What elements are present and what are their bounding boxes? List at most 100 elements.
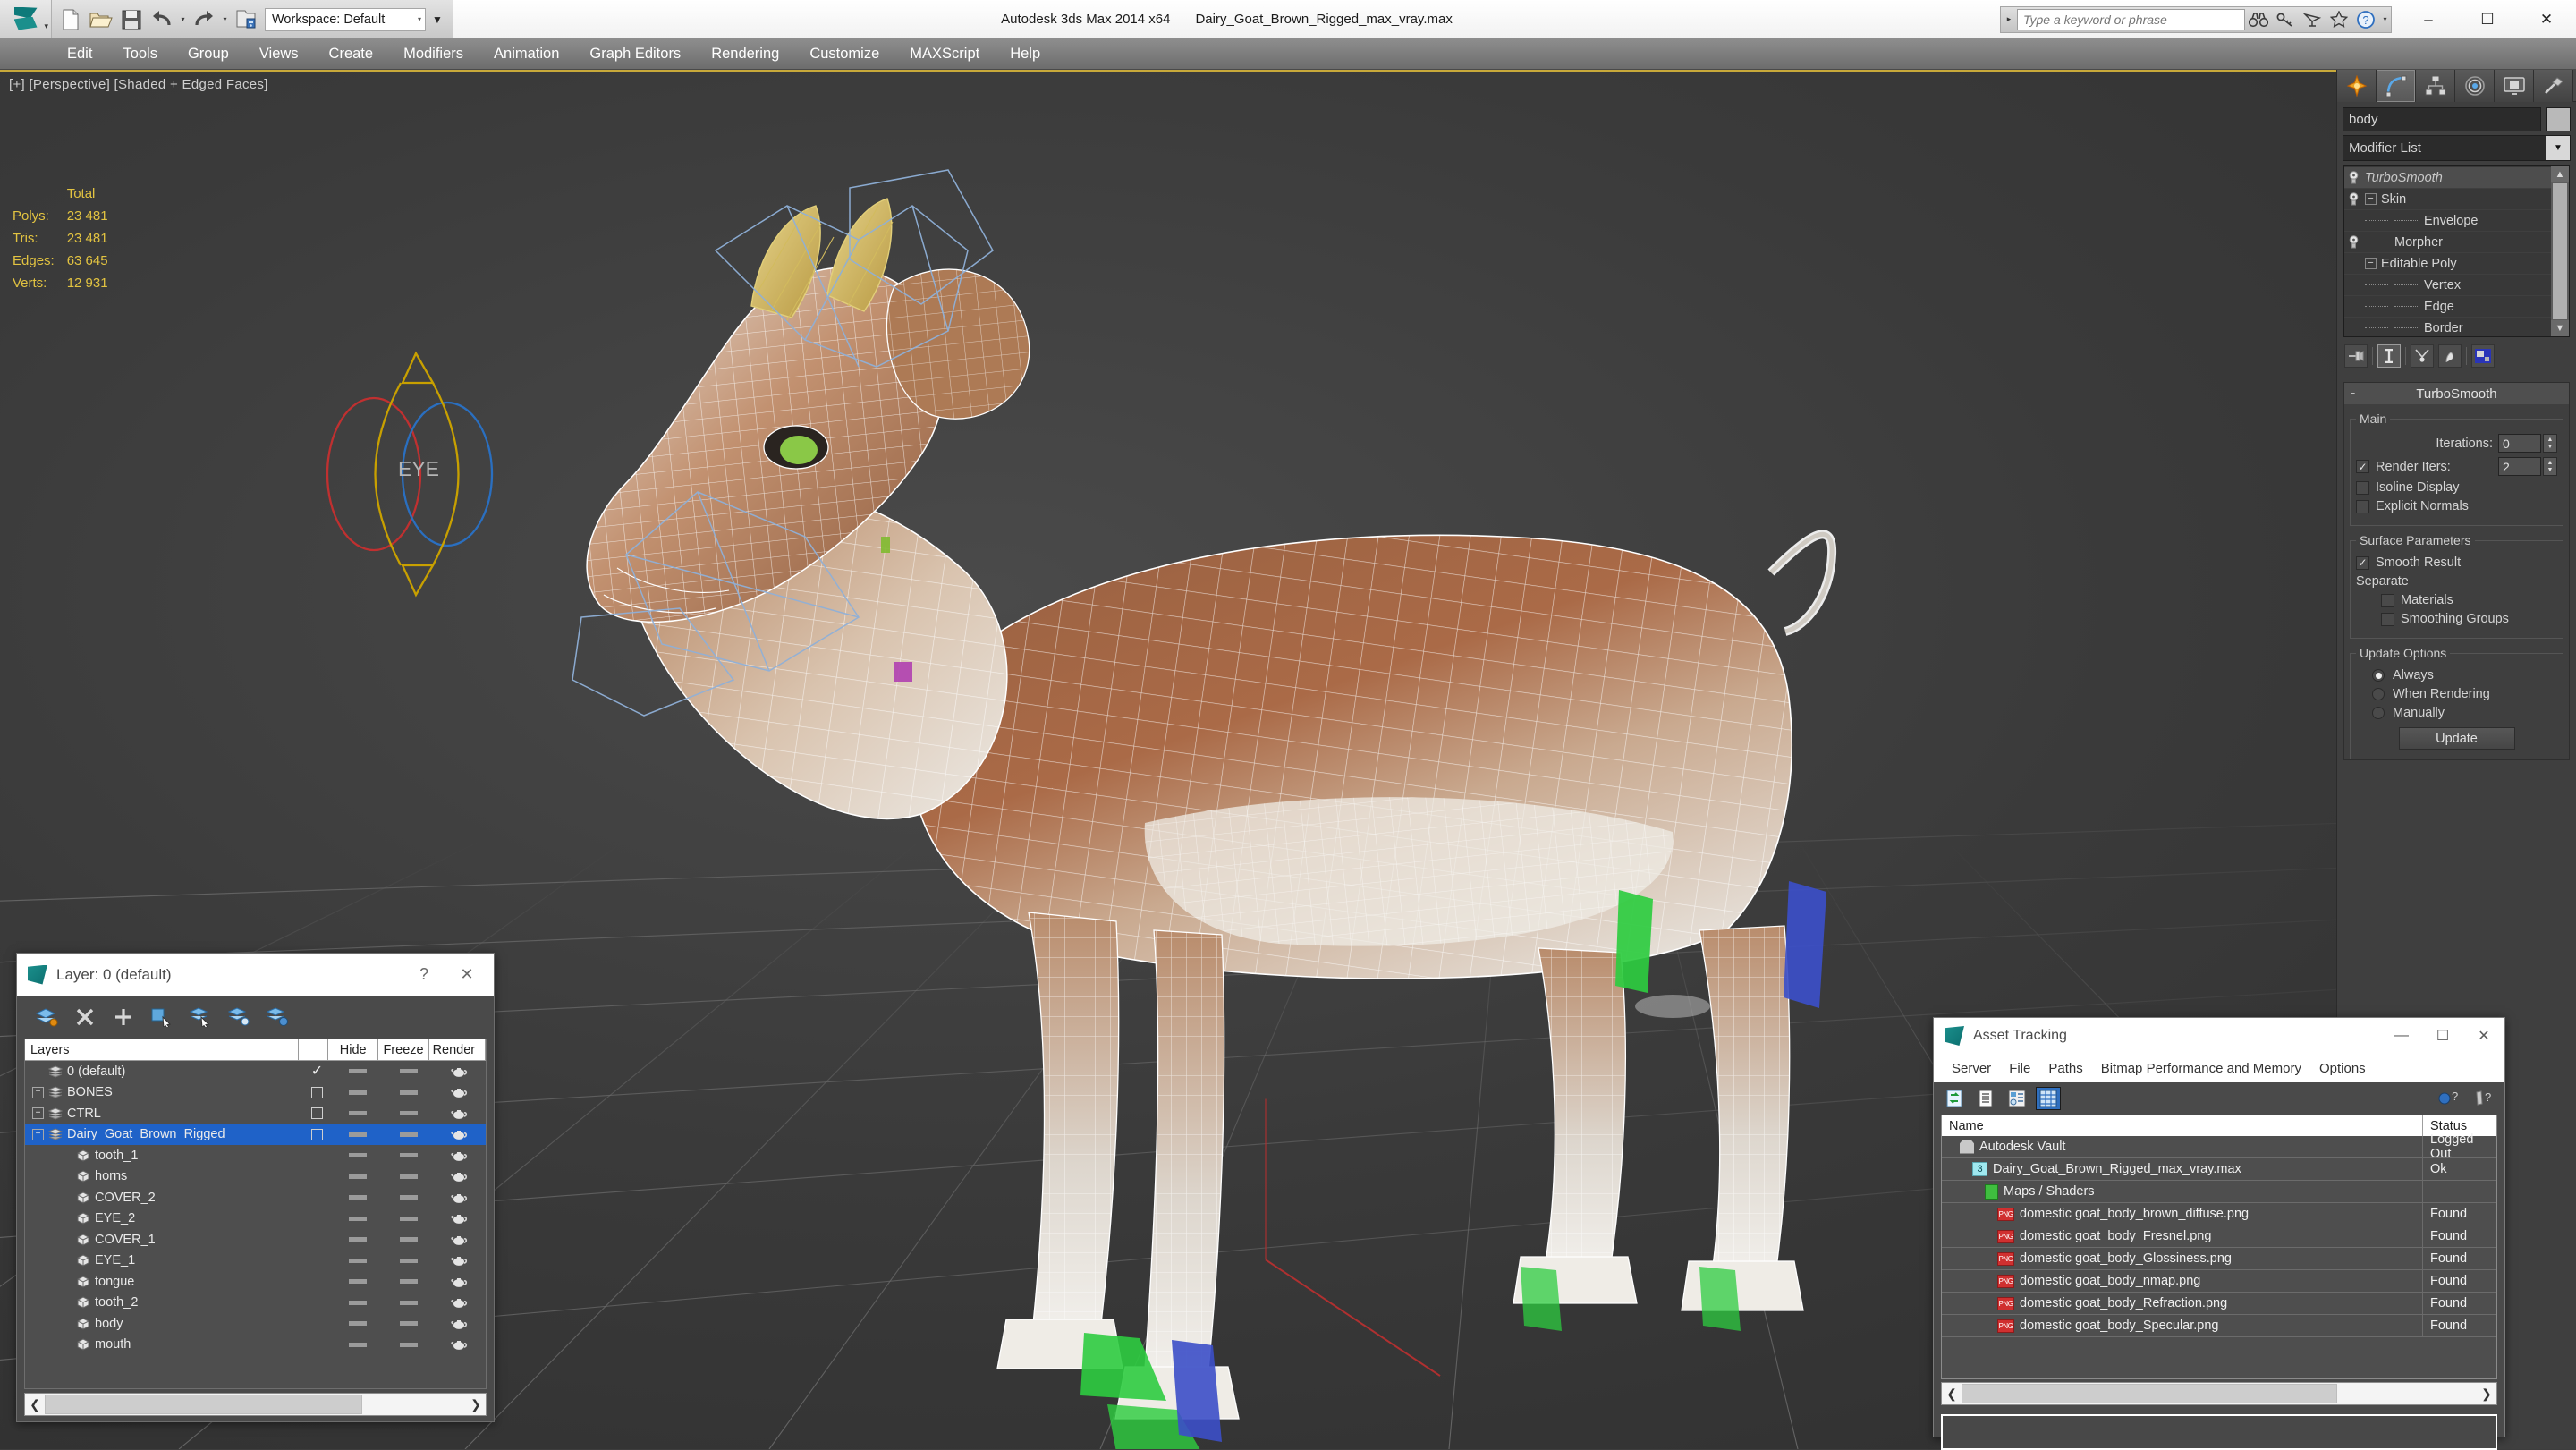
asset-minimize-button[interactable]: — xyxy=(2381,1019,2422,1053)
modifier-stack-item-border[interactable]: Border xyxy=(2344,318,2551,336)
asset-name-cell[interactable]: PNG domestic goat_body_Glossiness.png xyxy=(1942,1248,2423,1269)
layer-render-cell[interactable] xyxy=(434,1296,485,1309)
menu-item-help[interactable]: Help xyxy=(995,42,1055,66)
table-row[interactable]: tongue xyxy=(25,1271,486,1293)
layer-render-cell[interactable] xyxy=(434,1128,485,1140)
layer-name-cell[interactable]: tooth_1 xyxy=(25,1149,302,1163)
menu-item-maxscript[interactable]: MAXScript xyxy=(894,42,995,66)
menu-item-animation[interactable]: Animation xyxy=(479,42,574,66)
menu-item-views[interactable]: Views xyxy=(244,42,314,66)
menu-item-group[interactable]: Group xyxy=(173,42,244,66)
list-view-icon[interactable] xyxy=(1974,1088,1997,1109)
layer-freeze-cell[interactable] xyxy=(383,1237,434,1242)
table-row[interactable]: − Dairy_Goat_Brown_Rigged xyxy=(25,1124,486,1145)
layer-hide-cell[interactable] xyxy=(332,1069,383,1074)
grid-view-icon[interactable] xyxy=(2037,1088,2060,1109)
modifier-stack-item-vertex[interactable]: Vertex xyxy=(2344,275,2551,296)
asset-name-cell[interactable]: PNG domestic goat_body_Specular.png xyxy=(1942,1315,2423,1336)
layer-render-cell[interactable] xyxy=(434,1170,485,1183)
layer-render-cell[interactable] xyxy=(434,1338,485,1351)
display-tab[interactable] xyxy=(2495,70,2534,102)
layer-freeze-cell[interactable] xyxy=(383,1090,434,1095)
layer-name-cell[interactable]: 0 (default) xyxy=(25,1064,302,1079)
motion-tab[interactable] xyxy=(2455,70,2495,102)
layer-freeze-cell[interactable] xyxy=(383,1195,434,1200)
layer-rows[interactable]: 0 (default) ✓ + BONES + CTRL − Dairy_Goat_Brown… xyxy=(25,1061,486,1388)
table-row[interactable]: EYE_2 xyxy=(25,1208,486,1230)
layer-hide-cell[interactable] xyxy=(332,1300,383,1305)
layer-dialog[interactable]: Layer: 0 (default) ? ✕ Layers Hide Freez… xyxy=(16,953,495,1422)
maximize-button[interactable]: ☐ xyxy=(2458,0,2517,38)
goat-tail[interactable] xyxy=(1767,530,1837,636)
redo-button[interactable] xyxy=(189,4,219,35)
render-iters-value[interactable]: 2 xyxy=(2498,457,2541,476)
asset-name-cell[interactable]: PNG domestic goat_body_Fresnel.png xyxy=(1942,1225,2423,1247)
layer-properties-icon[interactable] xyxy=(266,1006,289,1028)
workspace-selector[interactable]: Workspace: Default ▾ xyxy=(265,7,426,31)
table-row[interactable]: tooth_1 xyxy=(25,1145,486,1166)
app-menu-caret-icon[interactable]: ▾ xyxy=(44,21,48,31)
update-always-radio[interactable] xyxy=(2372,669,2385,682)
table-row[interactable]: Autodesk Vault Logged Out xyxy=(1942,1132,2496,1161)
asset-menu-paths[interactable]: Paths xyxy=(2039,1059,2091,1078)
menu-item-rendering[interactable]: Rendering xyxy=(696,42,794,66)
layer-list[interactable]: Layers Hide Freeze Render 0 (default) ✓ + B… xyxy=(24,1039,487,1389)
open-file-button[interactable] xyxy=(86,4,116,35)
layer-render-cell[interactable] xyxy=(434,1086,485,1098)
layer-freeze-cell[interactable] xyxy=(383,1342,434,1347)
chevron-down-icon[interactable]: ▼ xyxy=(2546,136,2570,160)
asset-name-cell[interactable]: PNG domestic goat_body_brown_diffuse.png xyxy=(1942,1203,2423,1225)
minimize-button[interactable]: – xyxy=(2399,0,2458,38)
layer-name-cell[interactable]: EYE_1 xyxy=(25,1253,302,1268)
layer-freeze-cell[interactable] xyxy=(383,1069,434,1074)
vault-help-icon[interactable]: ? xyxy=(2472,1088,2496,1109)
explicit-normals-checkbox[interactable] xyxy=(2356,499,2369,513)
scroll-left-icon[interactable]: ❮ xyxy=(25,1397,45,1412)
layer-hide-cell[interactable] xyxy=(332,1153,383,1158)
asset-horizontal-scrollbar[interactable]: ❮ ❯ xyxy=(1941,1382,2497,1405)
menu-item-graph-editors[interactable]: Graph Editors xyxy=(574,42,696,66)
hierarchy-tab[interactable] xyxy=(2416,70,2455,102)
asset-menu-file[interactable]: File xyxy=(2000,1059,2039,1078)
layer-hide-cell[interactable] xyxy=(332,1237,383,1242)
make-unique-icon[interactable] xyxy=(2411,344,2434,368)
show-end-result-icon[interactable] xyxy=(2377,344,2401,368)
layer-horizontal-scrollbar[interactable]: ❮ ❯ xyxy=(24,1393,487,1416)
asset-name-cell[interactable]: Autodesk Vault xyxy=(1942,1136,2423,1157)
separate-smoothing-groups-checkbox[interactable] xyxy=(2381,612,2394,626)
new-file-button[interactable] xyxy=(55,4,86,35)
layer-hide-cell[interactable] xyxy=(332,1195,383,1200)
undo-dropdown-icon[interactable]: ▾ xyxy=(177,4,189,35)
object-color-swatch[interactable] xyxy=(2546,107,2571,131)
table-row[interactable]: + BONES xyxy=(25,1082,486,1104)
help-icon[interactable]: ? xyxy=(2352,7,2379,32)
layer-name-cell[interactable]: tongue xyxy=(25,1275,302,1289)
column-freeze[interactable]: Freeze xyxy=(378,1039,429,1060)
save-file-button[interactable] xyxy=(116,4,147,35)
scroll-down-icon[interactable]: ▼ xyxy=(2551,320,2569,336)
layer-name-cell[interactable]: + BONES xyxy=(25,1085,302,1099)
layer-hide-cell[interactable] xyxy=(332,1132,383,1137)
scrollbar-thumb[interactable] xyxy=(45,1395,362,1414)
asset-rows[interactable]: Autodesk Vault Logged Out 3 Dairy_Goat_Brow… xyxy=(1942,1132,2496,1378)
separate-materials-checkbox[interactable] xyxy=(2381,593,2394,607)
layer-name-cell[interactable]: horns xyxy=(25,1169,302,1183)
update-manually-row[interactable]: Manually xyxy=(2356,706,2557,720)
workspace-dropdown-icon[interactable]: ▾ xyxy=(409,15,421,23)
modifier-stack[interactable]: TurboSmooth − Skin Envelope Morpher − Editable… xyxy=(2343,165,2570,337)
layer-render-cell[interactable] xyxy=(434,1107,485,1120)
layer-current-cell[interactable] xyxy=(302,1107,332,1120)
layer-current-cell[interactable] xyxy=(302,1128,332,1140)
modifier-stack-item-morpher[interactable]: Morpher xyxy=(2344,232,2551,253)
layer-hide-cell[interactable] xyxy=(332,1342,383,1347)
isoline-display-checkbox[interactable] xyxy=(2356,480,2369,495)
layer-name-cell[interactable]: mouth xyxy=(25,1337,302,1352)
layer-current-checkbox[interactable] xyxy=(311,1128,323,1140)
layer-render-cell[interactable] xyxy=(434,1318,485,1330)
render-iters-spinner-icon[interactable]: ▲ ▼ xyxy=(2543,457,2557,476)
menu-item-create[interactable]: Create xyxy=(314,42,389,66)
column-render[interactable]: Render xyxy=(428,1039,480,1060)
column-hide[interactable]: Hide xyxy=(328,1039,379,1060)
layer-hide-cell[interactable] xyxy=(332,1258,383,1263)
layer-expander-icon[interactable]: − xyxy=(32,1128,44,1140)
